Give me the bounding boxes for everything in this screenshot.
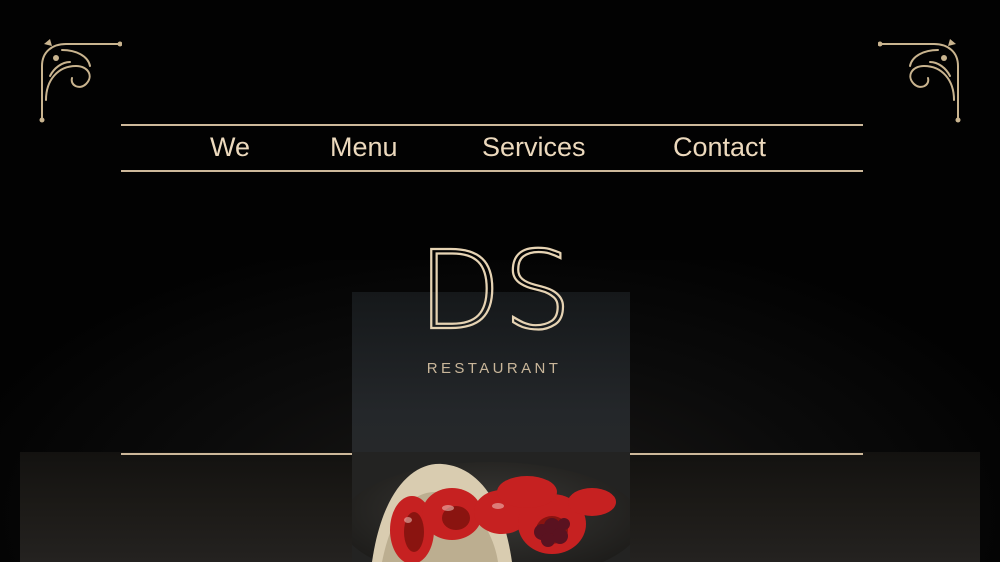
nav-item-we[interactable]: We [210, 132, 250, 163]
nav-item-contact[interactable]: Contact [673, 132, 766, 163]
dessert-image [352, 452, 630, 562]
brand-logo: DS [412, 236, 580, 346]
nav-item-menu[interactable]: Menu [330, 132, 398, 163]
brand-mark: DS [417, 229, 574, 354]
ornament-corner-icon [39, 39, 122, 123]
nav-item-services[interactable]: Services [482, 132, 586, 163]
main-nav: We Menu Services Contact [121, 124, 863, 172]
ornament-corner-icon [878, 39, 961, 123]
brand-subtitle: RESTAURANT [426, 360, 562, 377]
